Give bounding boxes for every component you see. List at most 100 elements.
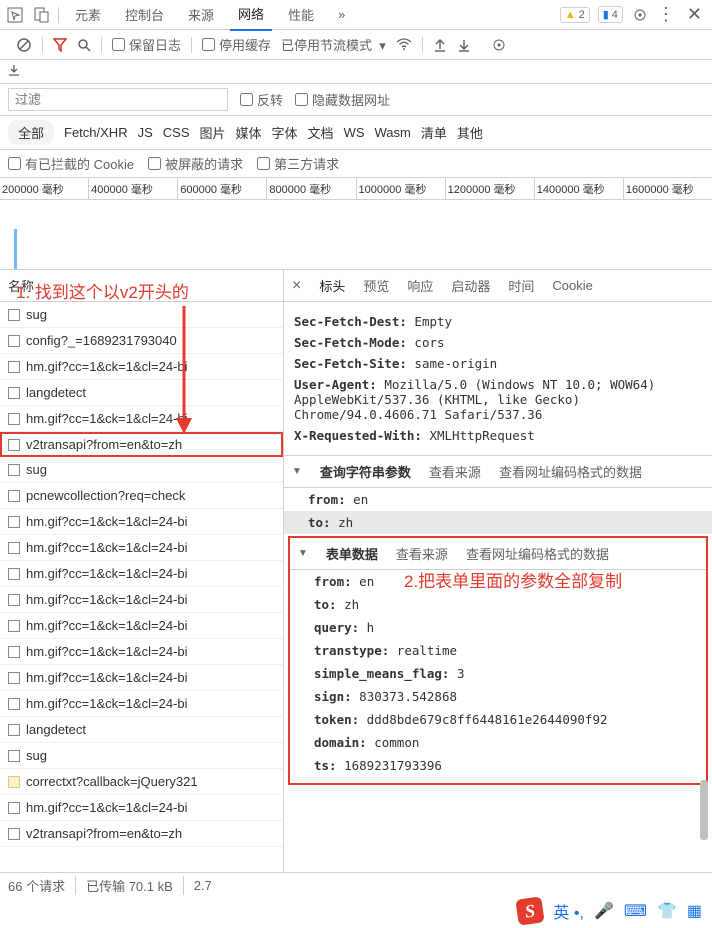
request-name: sug — [26, 748, 47, 763]
scrollbar[interactable] — [698, 304, 710, 848]
form-field: sign: 830373.542868 — [290, 685, 706, 708]
request-row[interactable]: sug — [0, 743, 283, 769]
request-name: hm.gif?cc=1&ck=1&cl=24-bi — [26, 514, 188, 529]
clear-icon[interactable] — [16, 37, 32, 53]
request-row[interactable]: hm.gif?cc=1&ck=1&cl=24-bi — [0, 561, 283, 587]
tab-response[interactable]: 响应 — [407, 276, 433, 295]
request-row[interactable]: sug — [0, 302, 283, 328]
type-media[interactable]: 媒体 — [236, 123, 262, 142]
form-field: query: h — [290, 616, 706, 639]
type-other[interactable]: 其他 — [457, 123, 483, 142]
request-name: v2transapi?from=en&to=zh — [26, 437, 182, 452]
request-row[interactable]: v2transapi?from=en&to=zh — [0, 432, 283, 457]
tab-headers[interactable]: 标头 — [319, 276, 345, 295]
tab-timing[interactable]: 时间 — [508, 276, 534, 295]
file-icon — [8, 542, 20, 554]
request-row[interactable]: hm.gif?cc=1&ck=1&cl=24-bi — [0, 613, 283, 639]
ime-lang[interactable]: 英 •, — [553, 899, 584, 923]
request-row[interactable]: langdetect — [0, 380, 283, 406]
filter-input[interactable] — [8, 88, 228, 111]
menu-icon[interactable]: ⋮ — [657, 6, 675, 24]
request-name: hm.gif?cc=1&ck=1&cl=24-bi — [26, 670, 188, 685]
type-wasm[interactable]: Wasm — [375, 125, 411, 140]
section-query-string[interactable]: ▼查询字符串参数 查看来源 查看网址编码格式的数据 — [284, 455, 712, 488]
hide-data-urls-checkbox[interactable]: 隐藏数据网址 — [295, 90, 390, 109]
blocked-req-checkbox[interactable]: 被屏蔽的请求 — [148, 154, 243, 173]
tab-cookie[interactable]: Cookie — [552, 278, 592, 293]
request-row[interactable]: hm.gif?cc=1&ck=1&cl=24-bi — [0, 587, 283, 613]
request-row[interactable]: hm.gif?cc=1&ck=1&cl=24-bi — [0, 406, 283, 432]
type-ws[interactable]: WS — [344, 125, 365, 140]
device-icon[interactable] — [32, 6, 50, 24]
request-row[interactable]: hm.gif?cc=1&ck=1&cl=24-bi — [0, 665, 283, 691]
request-row[interactable]: config?_=1689231793040 — [0, 328, 283, 354]
request-row[interactable]: sug — [0, 457, 283, 483]
type-css[interactable]: CSS — [163, 125, 190, 140]
arrow-icon — [172, 306, 196, 436]
wifi-icon[interactable] — [396, 38, 412, 52]
preserve-log-checkbox[interactable]: 保留日志 — [112, 35, 181, 54]
request-name: hm.gif?cc=1&ck=1&cl=24-bi — [26, 618, 188, 633]
tab-initiator[interactable]: 启动器 — [451, 276, 490, 295]
disable-cache-checkbox[interactable]: 停用缓存 — [202, 35, 271, 54]
type-all[interactable]: 全部 — [8, 120, 54, 145]
type-js[interactable]: JS — [138, 125, 153, 140]
request-name: hm.gif?cc=1&ck=1&cl=24-bi — [26, 359, 188, 374]
request-row[interactable]: hm.gif?cc=1&ck=1&cl=24-bi — [0, 354, 283, 380]
download-small-icon[interactable] — [8, 64, 704, 76]
throttling-select[interactable]: 已停用节流模式 ▾ — [281, 35, 386, 54]
tab-sources[interactable]: 来源 — [180, 0, 222, 30]
network-toolbar: 保留日志 停用缓存 已停用节流模式 ▾ — [0, 30, 712, 60]
ime-logo-icon[interactable]: S — [516, 896, 545, 925]
tab-more[interactable]: » — [330, 1, 353, 28]
invert-checkbox[interactable]: 反转 — [240, 90, 283, 109]
close-detail[interactable]: × — [292, 277, 301, 295]
tab-console[interactable]: 控制台 — [117, 0, 172, 30]
type-doc[interactable]: 文档 — [308, 123, 334, 142]
tab-elements[interactable]: 元素 — [67, 0, 109, 30]
request-row[interactable]: hm.gif?cc=1&ck=1&cl=24-bi — [0, 691, 283, 717]
request-row[interactable]: hm.gif?cc=1&ck=1&cl=24-bi — [0, 509, 283, 535]
request-row[interactable]: hm.gif?cc=1&ck=1&cl=24-bi — [0, 795, 283, 821]
request-headers-partial: Sec-Fetch-Dest: Empty Sec-Fetch-Mode: co… — [284, 302, 712, 455]
settings-gear-icon[interactable] — [491, 37, 507, 53]
request-row[interactable]: hm.gif?cc=1&ck=1&cl=24-bi — [0, 535, 283, 561]
upload-icon[interactable] — [433, 38, 447, 52]
request-list-panel: 1. 找到这个以v2开头的 名称 sugconfig?_=16892317930… — [0, 270, 284, 872]
file-icon — [8, 594, 20, 606]
ime-shirt-icon[interactable]: 👕 — [657, 901, 677, 921]
tab-performance[interactable]: 性能 — [280, 0, 322, 30]
request-row[interactable]: pcnewcollection?req=check — [0, 483, 283, 509]
file-icon — [8, 828, 20, 840]
request-row[interactable]: v2transapi?from=en&to=zh — [0, 821, 283, 847]
settings-icon[interactable] — [631, 6, 649, 24]
type-xhr[interactable]: Fetch/XHR — [64, 125, 128, 140]
messages-badge[interactable]: ▮4 — [598, 6, 623, 23]
download-icon[interactable] — [457, 38, 471, 52]
ime-mic-icon[interactable]: 🎤 — [594, 901, 614, 921]
request-name: langdetect — [26, 722, 86, 737]
file-icon — [8, 309, 20, 321]
ime-grid-icon[interactable]: ▦ — [687, 901, 702, 921]
type-manifest[interactable]: 清单 — [421, 123, 447, 142]
annotation-1: 1. 找到这个以v2开头的 — [16, 278, 189, 303]
waterfall-overview[interactable] — [0, 200, 712, 270]
tab-network[interactable]: 网络 — [230, 0, 272, 31]
request-row[interactable]: hm.gif?cc=1&ck=1&cl=24-bi — [0, 639, 283, 665]
warnings-badge[interactable]: ▲2 — [560, 7, 590, 23]
timeline-tick: 600000 毫秒 — [177, 178, 266, 199]
request-row[interactable]: correctxt?callback=jQuery321 — [0, 769, 283, 795]
search-icon[interactable] — [77, 38, 91, 52]
blocked-cookie-checkbox[interactable]: 有已拦截的 Cookie — [8, 154, 134, 173]
third-party-checkbox[interactable]: 第三方请求 — [257, 154, 339, 173]
request-row[interactable]: langdetect — [0, 717, 283, 743]
filter-icon[interactable] — [53, 38, 67, 52]
type-img[interactable]: 图片 — [200, 123, 226, 142]
tab-preview[interactable]: 预览 — [363, 276, 389, 295]
ime-keyboard-icon[interactable]: ⌨ — [624, 901, 647, 921]
close-devtools[interactable]: ✕ — [683, 4, 706, 25]
type-font[interactable]: 字体 — [272, 123, 298, 142]
inspect-icon[interactable] — [6, 6, 24, 24]
section-form-data[interactable]: ▼表单数据 查看来源 查看网址编码格式的数据 — [290, 538, 706, 570]
qs-from: from: en — [284, 488, 712, 511]
